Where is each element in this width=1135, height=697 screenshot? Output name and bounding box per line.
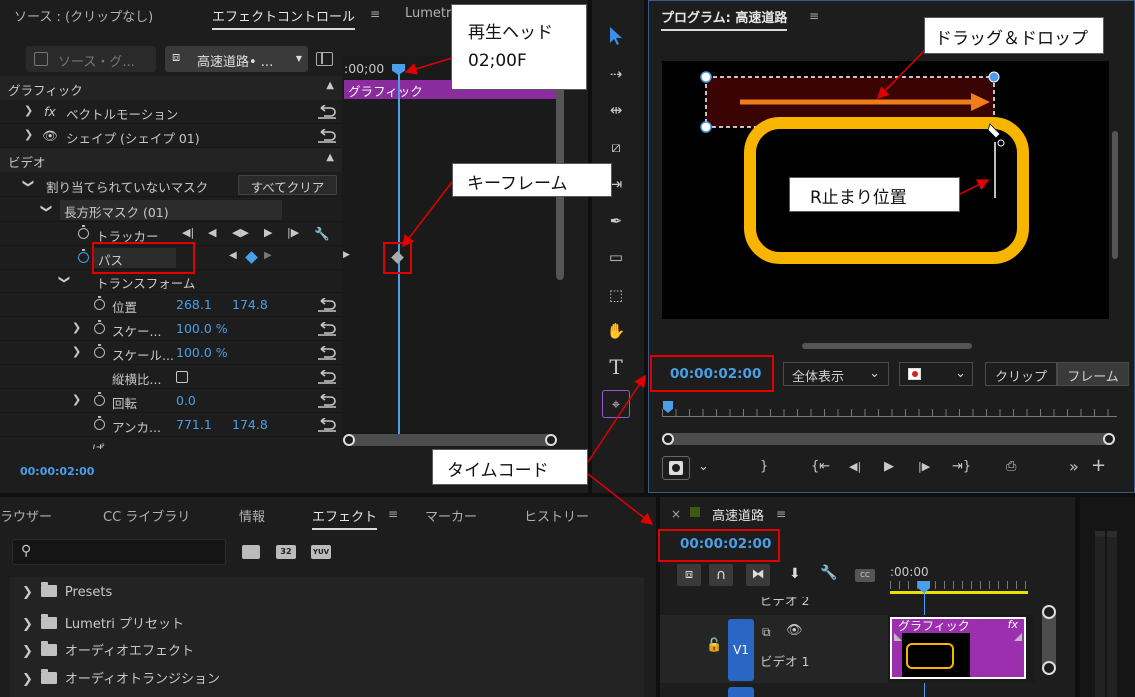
timecode-callout-arrow-up — [587, 374, 646, 463]
r-stop-callout-arrow — [959, 179, 990, 195]
playhead-callout-time: 02;00F — [468, 51, 527, 71]
path-highlight-box — [92, 242, 195, 274]
playhead-callout-arrow — [404, 57, 453, 75]
annotation-arrows — [402, 49, 990, 525]
playhead-callout-title: 再生ヘッド — [468, 23, 553, 43]
keyframe-callout-arrow — [402, 181, 453, 248]
drag-drop-callout: ドラッグ＆ドロップ — [924, 17, 1104, 54]
keyframe-highlight-box — [383, 242, 412, 274]
drag-drop-callout-arrow — [876, 49, 926, 100]
keyframe-callout: キーフレーム — [452, 163, 612, 197]
program-timecode-highlight-box — [650, 355, 774, 392]
timecode-callout: タイムコード — [432, 449, 588, 485]
r-stop-callout: R止まり位置 — [789, 177, 960, 212]
playhead-callout: 再生ヘッド 02;00F — [451, 4, 587, 90]
timeline-timecode-highlight-box — [658, 529, 780, 562]
timecode-callout-arrow-down — [587, 473, 654, 525]
